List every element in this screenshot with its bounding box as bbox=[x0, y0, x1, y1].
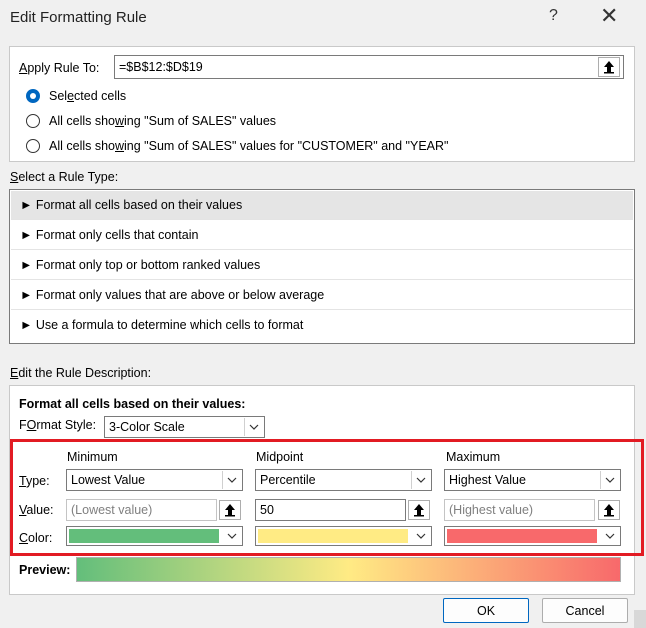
range-picker-button[interactable] bbox=[598, 57, 620, 77]
highlight-box bbox=[10, 439, 644, 556]
help-button[interactable]: ? bbox=[549, 7, 558, 25]
format-style-combo[interactable]: 3-Color Scale bbox=[104, 416, 265, 438]
rule-type-heading: Select a Rule Type: bbox=[10, 170, 119, 184]
apply-rule-input[interactable]: =$B$12:$D$19 bbox=[114, 55, 624, 79]
radio-all-cells-sum-label: All cells showing "Sum of SALES" values bbox=[49, 114, 277, 128]
rule-description-title: Format all cells based on their values: bbox=[19, 397, 246, 411]
radio-all-cells-sum[interactable] bbox=[26, 114, 40, 128]
dialog-title: Edit Formatting Rule bbox=[10, 9, 147, 26]
close-button[interactable]: ✕ bbox=[600, 3, 618, 29]
rule-type-item-top-bottom[interactable]: ► Format only top or bottom ranked value… bbox=[11, 251, 633, 280]
format-style-label: FOrmat Style: bbox=[19, 418, 97, 432]
rule-type-item-cells-contain[interactable]: ► Format only cells that contain bbox=[11, 221, 633, 250]
radio-selected-cells[interactable] bbox=[26, 89, 40, 103]
rule-type-item-formula[interactable]: ► Use a formula to determine which cells… bbox=[11, 311, 633, 340]
preview-label: Preview: bbox=[19, 563, 71, 577]
collapse-dialog-icon bbox=[604, 61, 614, 74]
color-scale-preview bbox=[76, 557, 621, 582]
rule-type-item-above-below-average[interactable]: ► Format only values that are above or b… bbox=[11, 281, 633, 310]
radio-all-cells-customer-year[interactable] bbox=[26, 139, 40, 153]
rule-type-item-all-cells[interactable]: ► Format all cells based on their values bbox=[11, 191, 633, 220]
rule-description-heading: Edit the Rule Description: bbox=[10, 366, 152, 380]
apply-rule-label: Apply Rule To: bbox=[19, 61, 100, 75]
chevron-down-icon bbox=[244, 418, 263, 436]
ok-button[interactable]: OK bbox=[443, 598, 529, 623]
radio-all-cells-customer-year-label: All cells showing "Sum of SALES" values … bbox=[49, 139, 449, 153]
cancel-button[interactable]: Cancel bbox=[542, 598, 628, 623]
resize-grip[interactable] bbox=[634, 610, 646, 628]
radio-selected-cells-label: Selected cells bbox=[49, 89, 127, 103]
rule-type-list: ► Format all cells based on their values… bbox=[9, 189, 635, 344]
